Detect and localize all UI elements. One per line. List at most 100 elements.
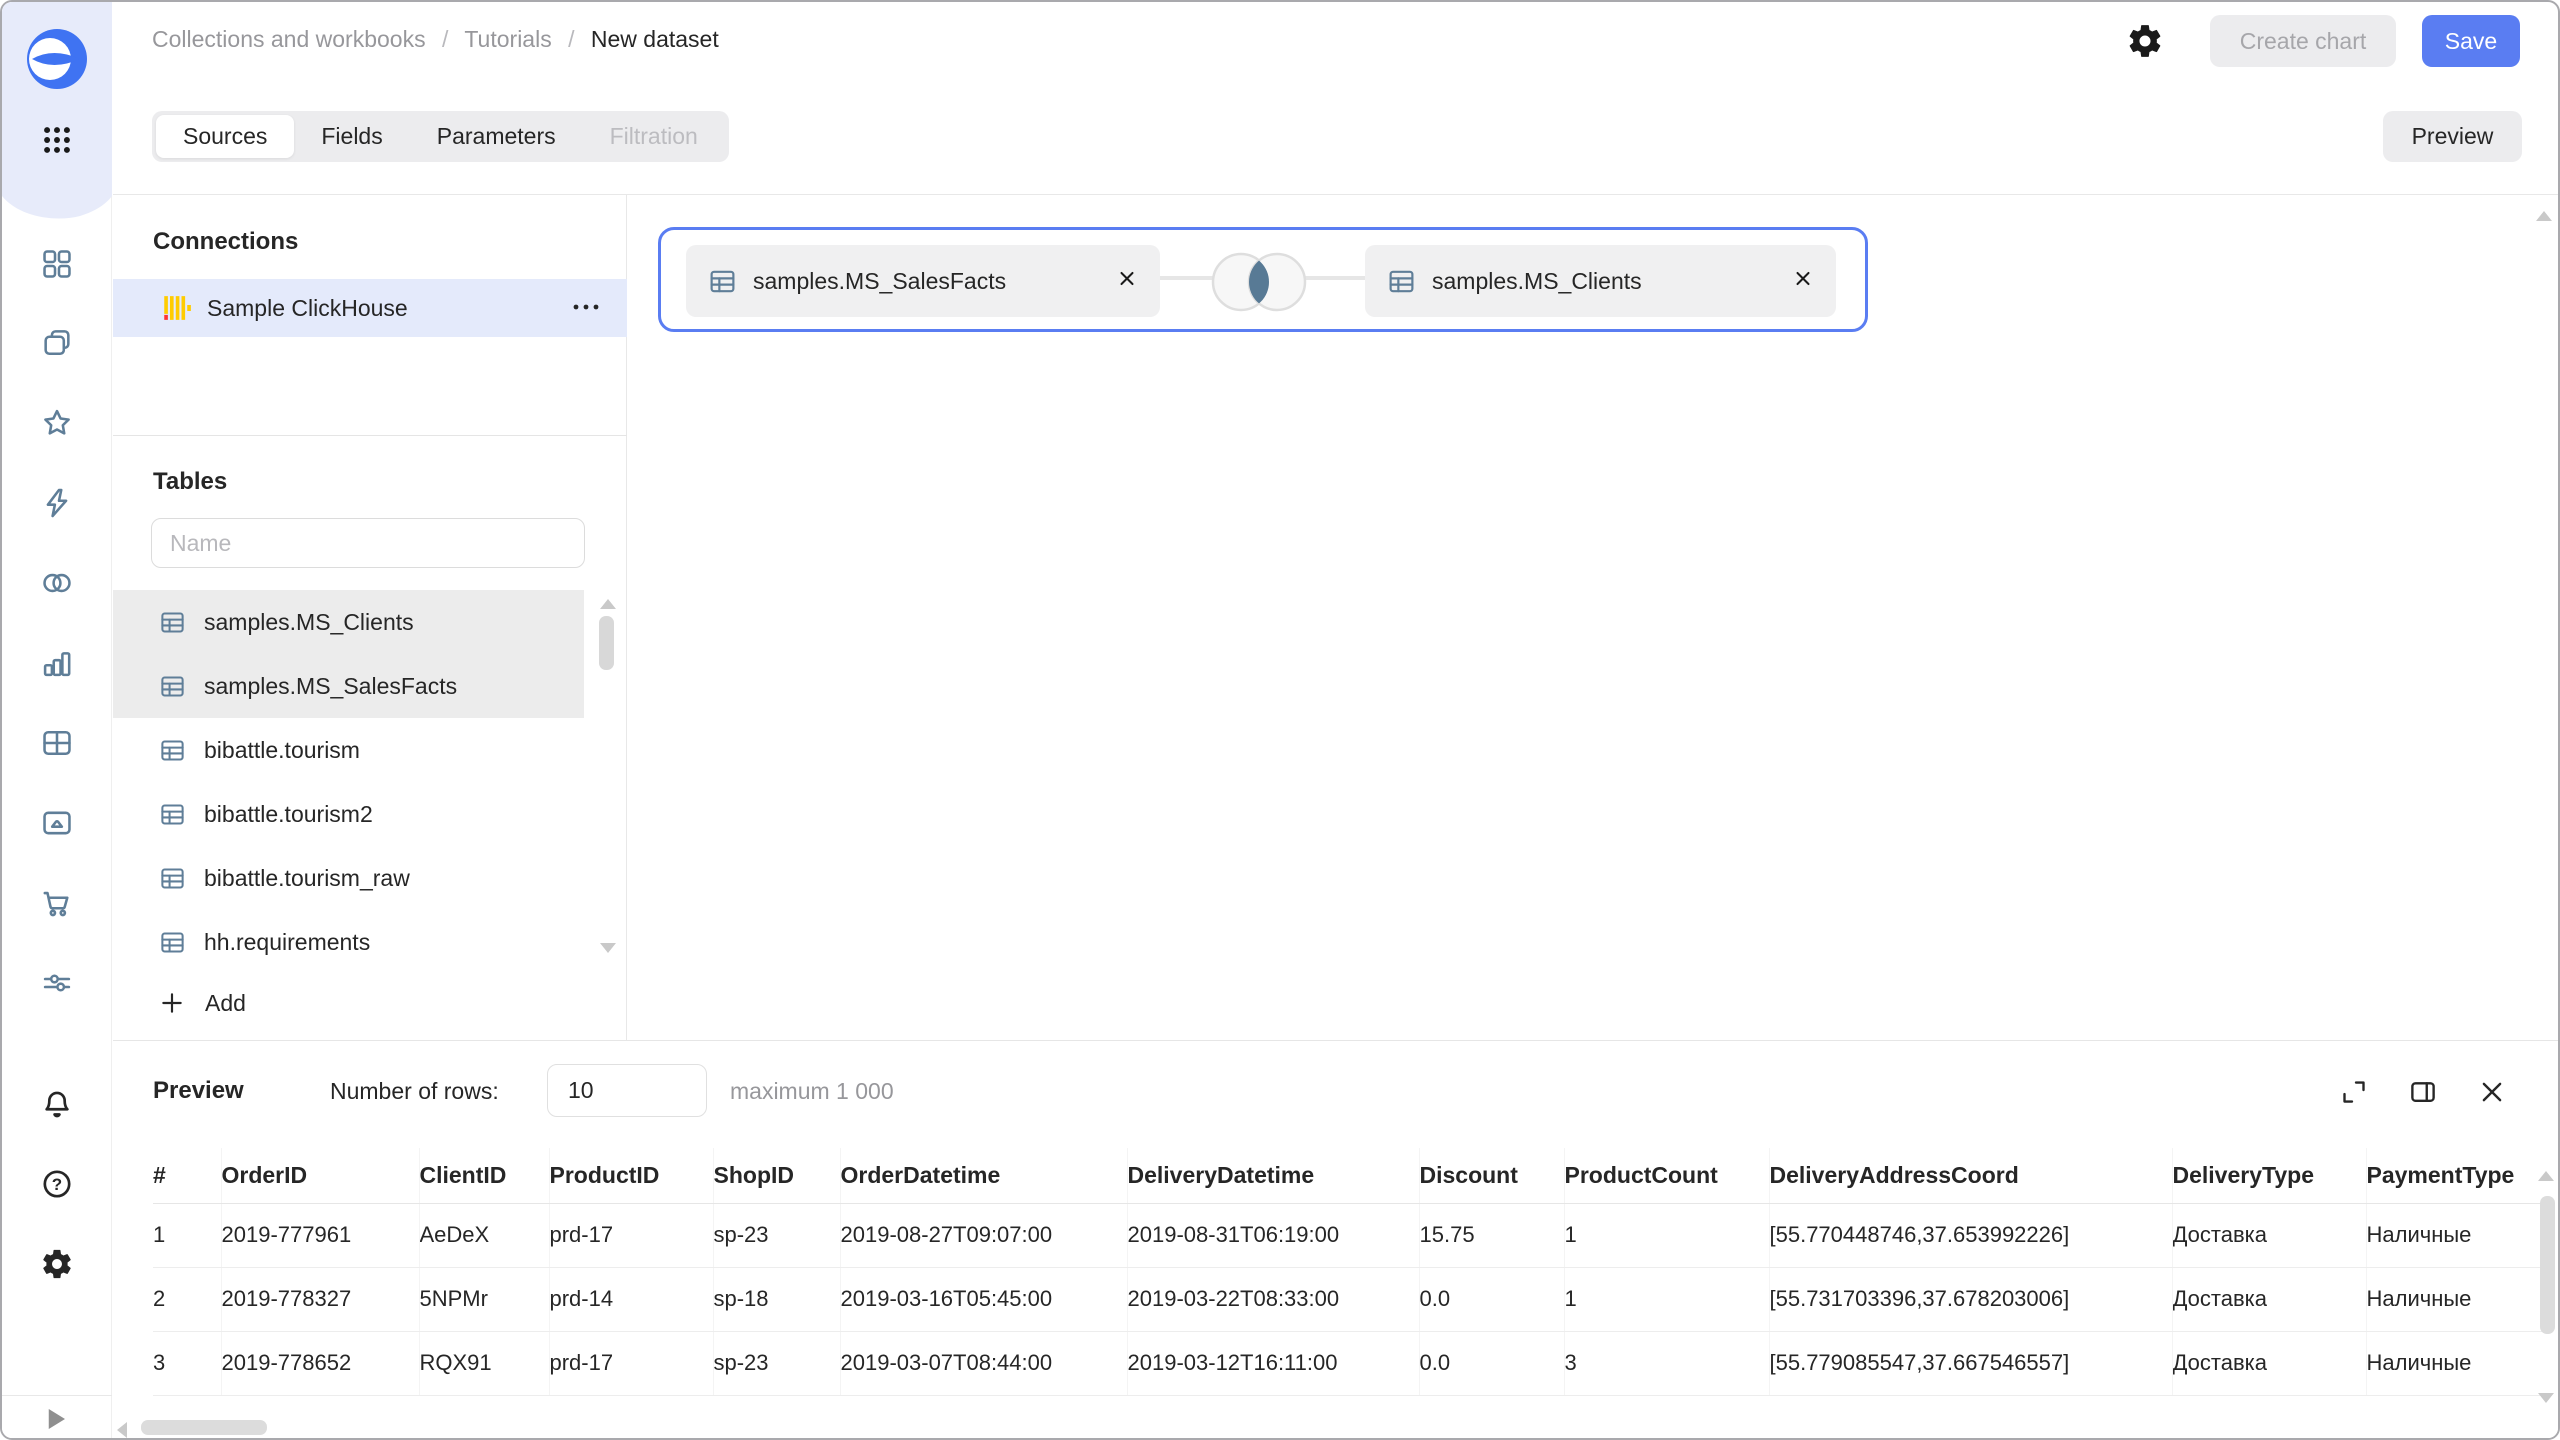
join-group[interactable]: samples.MS_SalesFacts samples.MS_Clients <box>658 227 1868 332</box>
table-item-tourism-raw[interactable]: bibattle.tourism_raw <box>113 846 584 910</box>
col-header: Discount <box>1419 1148 1564 1203</box>
storage-folder-icon[interactable] <box>2 805 112 841</box>
table-row: 3 2019-778652 RQX91 prd-17 sp-23 2019-03… <box>153 1331 2545 1395</box>
col-header: ClientID <box>419 1148 549 1203</box>
preview-split-view-icon[interactable] <box>2408 1077 2438 1112</box>
tables-scrollbar-thumb[interactable] <box>599 616 614 670</box>
col-header: ShopID <box>713 1148 840 1203</box>
settings-gear-icon[interactable] <box>2 1246 112 1282</box>
apps-grid-icon[interactable] <box>2 122 112 158</box>
dashboards-icon[interactable] <box>2 246 112 282</box>
table-name: samples.MS_Clients <box>204 609 414 636</box>
cell: Наличные <box>2366 1267 2545 1331</box>
cell: 1 <box>153 1203 221 1267</box>
save-button[interactable]: Save <box>2422 15 2520 67</box>
cell: 2019-03-16T05:45:00 <box>840 1267 1127 1331</box>
tables-scroll-down[interactable] <box>600 943 616 953</box>
join-type-icon[interactable] <box>1199 247 1319 322</box>
cell: 0.0 <box>1419 1267 1564 1331</box>
rail-divider <box>2 1395 112 1396</box>
preview-close-icon[interactable] <box>2477 1077 2507 1112</box>
connections-venn-icon[interactable] <box>2 565 112 601</box>
table-name: bibattle.tourism2 <box>204 801 373 828</box>
tab-fields[interactable]: Fields <box>294 115 409 158</box>
cell: 2019-03-07T08:44:00 <box>840 1331 1127 1395</box>
tab-parameters[interactable]: Parameters <box>410 115 583 158</box>
sources-canvas: samples.MS_SalesFacts samples.MS_Clients <box>628 195 2560 1040</box>
remove-source-icon[interactable] <box>1792 268 1814 295</box>
table-icon <box>159 673 186 700</box>
preview-title: Preview <box>153 1077 244 1105</box>
dashboards-grid-icon[interactable] <box>2 725 112 761</box>
cell: Наличные <box>2366 1203 2545 1267</box>
connections-title: Connections <box>153 228 298 256</box>
source-pill-clients[interactable]: samples.MS_Clients <box>1365 245 1836 317</box>
preview-vscroll-up[interactable] <box>2538 1171 2554 1181</box>
cell: prd-17 <box>549 1331 713 1395</box>
connection-menu-icon[interactable] <box>571 299 601 317</box>
col-header: # <box>153 1148 221 1203</box>
help-question-icon[interactable]: ? <box>2 1166 112 1202</box>
marketplace-cart-icon[interactable] <box>2 885 112 921</box>
cell: Доставка <box>2172 1331 2366 1395</box>
cell: 2019-03-22T08:33:00 <box>1127 1267 1419 1331</box>
source-pill-salesfacts[interactable]: samples.MS_SalesFacts <box>686 245 1160 317</box>
cell: 2019-778652 <box>221 1331 419 1395</box>
preview-vscroll-down[interactable] <box>2538 1393 2554 1403</box>
table-item-tourism[interactable]: bibattle.tourism <box>113 718 584 782</box>
col-header: ProductCount <box>1564 1148 1769 1203</box>
tab-sources[interactable]: Sources <box>156 115 294 158</box>
preview-vscrollbar-thumb[interactable] <box>2540 1196 2555 1334</box>
connection-name: Sample ClickHouse <box>207 295 408 322</box>
clickhouse-icon <box>161 293 191 323</box>
tables-list: samples.MS_Clients samples.MS_SalesFacts… <box>113 590 627 974</box>
preview-toggle-button[interactable]: Preview <box>2383 111 2522 162</box>
table-name: hh.requirements <box>204 929 370 956</box>
cell: 2019-777961 <box>221 1203 419 1267</box>
breadcrumb-collections[interactable]: Collections and workbooks <box>152 26 426 52</box>
editor-bolt-icon[interactable] <box>2 485 112 521</box>
create-chart-button[interactable]: Create chart <box>2210 15 2396 67</box>
add-label: Add <box>205 990 246 1017</box>
tab-filtration[interactable]: Filtration <box>583 115 725 158</box>
remove-source-icon[interactable] <box>1116 268 1138 295</box>
connection-item-sample-clickhouse[interactable]: Sample ClickHouse <box>113 279 627 337</box>
cell: RQX91 <box>419 1331 549 1395</box>
canvas-scroll-up[interactable] <box>2536 211 2552 221</box>
col-header: DeliveryType <box>2172 1148 2366 1203</box>
dataset-tabs: Sources Fields Parameters Filtration <box>152 111 729 162</box>
rows-count-input[interactable] <box>547 1064 707 1117</box>
cell: 3 <box>153 1331 221 1395</box>
charts-bars-icon[interactable] <box>2 645 112 681</box>
svg-text:?: ? <box>52 1175 62 1194</box>
datalens-logo[interactable] <box>2 29 112 89</box>
cell: prd-17 <box>549 1203 713 1267</box>
rail-wave-shape <box>2 178 112 222</box>
preview-table: # OrderID ClientID ProductID ShopID Orde… <box>153 1148 2545 1396</box>
table-item-tourism2[interactable]: bibattle.tourism2 <box>113 782 584 846</box>
collections-icon[interactable] <box>2 325 112 361</box>
notifications-bell-icon[interactable] <box>2 1087 112 1123</box>
table-item-hh-requirements[interactable]: hh.requirements <box>113 910 584 974</box>
table-row: 2 2019-778327 5NPMr prd-14 sp-18 2019-03… <box>153 1267 2545 1331</box>
rail-expand-icon[interactable] <box>40 1404 70 1439</box>
breadcrumb-tutorials[interactable]: Tutorials <box>464 26 551 52</box>
preview-expand-icon[interactable] <box>2339 1077 2369 1112</box>
col-header: DeliveryAddressCoord <box>1769 1148 2172 1203</box>
breadcrumb-separator: / <box>568 26 574 52</box>
tables-scroll-up[interactable] <box>600 599 616 609</box>
dataset-settings-gear-icon[interactable] <box>2126 22 2164 60</box>
rows-max-hint: maximum 1 000 <box>730 1078 894 1105</box>
table-item-ms-clients[interactable]: samples.MS_Clients <box>113 590 584 654</box>
cell: 2019-08-27T09:07:00 <box>840 1203 1127 1267</box>
preview-hscrollbar-thumb[interactable] <box>141 1420 267 1435</box>
preview-panel: Preview Number of rows: maximum 1 000 # <box>113 1040 2560 1440</box>
add-table-button[interactable]: Add <box>159 972 246 1034</box>
cell: Наличные <box>2366 1331 2545 1395</box>
preview-hscroll-left[interactable] <box>117 1422 127 1438</box>
table-item-ms-salesfacts[interactable]: samples.MS_SalesFacts <box>113 654 584 718</box>
cell: 15.75 <box>1419 1203 1564 1267</box>
settings-sliders-icon[interactable] <box>2 965 112 1001</box>
table-search-input[interactable] <box>151 518 585 568</box>
favorites-star-icon[interactable] <box>2 405 112 441</box>
